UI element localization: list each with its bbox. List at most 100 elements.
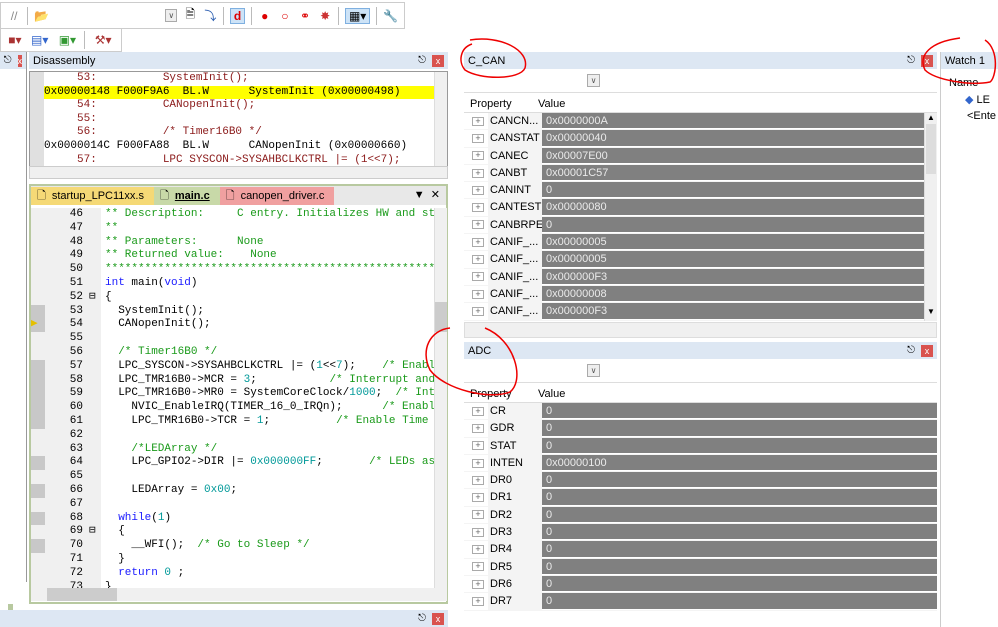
code-line[interactable]: 63 /*LEDArray */	[31, 442, 434, 457]
editor-hscrollbar[interactable]	[31, 588, 447, 601]
property-row[interactable]: + CANIF_... 0x000000F3	[464, 303, 924, 321]
property-value[interactable]: 0x00000040	[542, 130, 924, 147]
code-line[interactable]: 47 **	[31, 221, 434, 236]
property-row[interactable]: + CANIF_... 0x00000005	[464, 234, 924, 252]
code-line[interactable]: 49 ** Returned value: None	[31, 249, 434, 264]
find-icon[interactable]: 🗎	[183, 7, 197, 24]
property-row[interactable]: + CANBT 0x00001C57	[464, 164, 924, 183]
disassembly-hscrollbar[interactable]	[29, 166, 448, 179]
property-row[interactable]: + CANIF_... 0x00000005	[464, 251, 924, 269]
property-row[interactable]: + DR2 0	[464, 506, 937, 525]
breakpoint-enable-icon[interactable]: ○	[278, 8, 292, 24]
build-icon[interactable]: ■▾	[7, 32, 23, 48]
disassembly-line[interactable]: 0x0000014C F000FA88 BL.W CANopenInit (0x…	[44, 140, 447, 154]
property-value[interactable]: 0x00007E00	[542, 147, 924, 164]
breakpoint-kill-all-icon[interactable]: ✸	[318, 8, 332, 24]
comment-icon[interactable]: //	[7, 8, 21, 24]
expand-icon[interactable]: +	[472, 306, 484, 316]
code-line[interactable]: 59 LPC_TMR16B0->MR0 = SystemCoreClock/10…	[31, 387, 434, 402]
code-line[interactable]: 73}	[31, 580, 434, 588]
property-row[interactable]: + DR5 0	[464, 558, 937, 576]
code-line[interactable]: 57 LPC_SYSCON->SYSAHBCLKCTRL |= (1<<7); …	[31, 359, 434, 374]
scroll-thumb[interactable]	[435, 302, 447, 332]
expand-icon[interactable]: +	[472, 255, 484, 265]
pin-icon[interactable]: ⎋	[4, 55, 12, 66]
property-value[interactable]: 0x00000005	[542, 251, 924, 268]
ccan-dropdown[interactable]: ∨	[587, 74, 600, 87]
disassembly-line[interactable]: 54: CANopenInit();	[44, 99, 447, 113]
property-row[interactable]: + GDR 0	[464, 420, 937, 438]
scroll-thumb[interactable]	[926, 124, 936, 174]
value-column-header[interactable]: Value	[532, 388, 565, 400]
code-line[interactable]: 71 }	[31, 552, 434, 567]
pin-icon[interactable]: ⎋	[418, 55, 426, 66]
expand-icon[interactable]: +	[472, 237, 484, 247]
editor-vscrollbar[interactable]	[434, 208, 447, 588]
code-line[interactable]: 55	[31, 332, 434, 346]
close-icon[interactable]: x	[432, 54, 444, 67]
breakpoint-disable-all-icon[interactable]: ⚭	[298, 8, 312, 24]
property-row[interactable]: + CANBRPE 0	[464, 216, 924, 235]
expand-icon[interactable]: +	[472, 272, 484, 282]
code-line[interactable]: 64 LPC_GPIO2->DIR |= 0x000000FF; /* LEDs…	[31, 456, 434, 471]
code-line[interactable]: 62	[31, 428, 434, 443]
property-row[interactable]: + STAT 0	[464, 437, 937, 455]
code-line[interactable]: 67	[31, 497, 434, 512]
property-value[interactable]: 0x000000F3	[542, 268, 924, 285]
expand-icon[interactable]: +	[472, 220, 484, 230]
code-line[interactable]: 52 ⊟ {	[31, 290, 434, 305]
disassembly-line[interactable]: 56: /* Timer16B0 */	[44, 126, 447, 140]
tab-canopen-driver-c[interactable]: 🗋 canopen_driver.c	[219, 187, 335, 205]
property-value[interactable]: 0	[542, 437, 937, 454]
close-icon[interactable]: x	[17, 54, 22, 67]
property-value[interactable]: 0	[542, 524, 937, 541]
expand-icon[interactable]: +	[472, 406, 484, 416]
expand-icon[interactable]: +	[472, 168, 484, 178]
property-value[interactable]: 0x00000100	[542, 454, 937, 472]
property-row[interactable]: + DR1 0	[464, 489, 937, 507]
code-line[interactable]: 56 /* Timer16B0 */	[31, 345, 434, 360]
code-line[interactable]: 69 ⊟ {	[31, 525, 434, 540]
expand-icon[interactable]: +	[472, 423, 484, 433]
expand-icon[interactable]: +	[472, 475, 484, 485]
tools-icon[interactable]: ⚒▾	[91, 32, 115, 48]
code-line[interactable]: 51 int main(void)	[31, 276, 434, 291]
code-line[interactable]: 50 **************************************…	[31, 263, 434, 277]
property-value[interactable]: 0x00000080	[542, 199, 924, 216]
value-column-header[interactable]: Value	[532, 98, 565, 110]
scroll-up-icon[interactable]: ▲	[925, 113, 937, 122]
disassembly-line[interactable]: 53: SystemInit();	[44, 72, 447, 86]
property-value[interactable]: 0	[542, 182, 924, 199]
disassembly-line[interactable]: 0x00000148 F000F9A6 BL.W SystemInit (0x0…	[44, 85, 447, 100]
property-row[interactable]: + CANTEST 0x00000080	[464, 199, 924, 217]
disassembly-view[interactable]: 53: SystemInit(); 0x00000148 F000F9A6 BL.…	[29, 71, 448, 167]
code-line[interactable]: 66 LEDArray = 0x00;	[31, 483, 434, 498]
tab-startup-lpc11xx-s[interactable]: 🗋 startup_LPC11xx.s	[31, 187, 154, 205]
watch-enter-expression[interactable]: <Ente	[941, 106, 998, 122]
property-row[interactable]: + DR3 0	[464, 524, 937, 542]
property-row[interactable]: + CR 0	[464, 403, 937, 421]
open-folder-icon[interactable]: 📂	[34, 8, 49, 24]
close-icon[interactable]: x	[432, 612, 444, 625]
code-line[interactable]: 65	[31, 470, 434, 484]
code-view[interactable]: 46 ** Description: C entry. Initializes H…	[31, 208, 434, 588]
disassembly-vscrollbar[interactable]	[434, 72, 447, 166]
fold-marker[interactable]: ⊟	[89, 525, 101, 540]
property-row[interactable]: + DR6 0	[464, 575, 937, 594]
debug-session-icon[interactable]: d	[230, 7, 245, 24]
property-value[interactable]: 0x00000008	[542, 285, 924, 303]
batch-icon[interactable]: ▤▾	[29, 32, 51, 48]
pin-icon[interactable]: ⎋	[907, 345, 915, 356]
property-row[interactable]: + CANCN... 0x0000000A	[464, 113, 924, 131]
expand-icon[interactable]: +	[472, 203, 484, 213]
code-line[interactable]: 48 ** Parameters: None	[31, 235, 434, 250]
expand-icon[interactable]: +	[472, 596, 484, 606]
expand-icon[interactable]: +	[472, 493, 484, 503]
tab-main-c[interactable]: 🗋 main.c	[153, 187, 220, 205]
pin-icon[interactable]: ⎋	[907, 55, 915, 66]
expand-icon[interactable]: +	[472, 116, 484, 126]
scroll-thumb[interactable]	[47, 588, 117, 601]
property-value[interactable]: 0	[542, 216, 924, 234]
expand-icon[interactable]: +	[472, 510, 484, 520]
property-row[interactable]: + CANIF_... 0x00000008	[464, 285, 924, 304]
